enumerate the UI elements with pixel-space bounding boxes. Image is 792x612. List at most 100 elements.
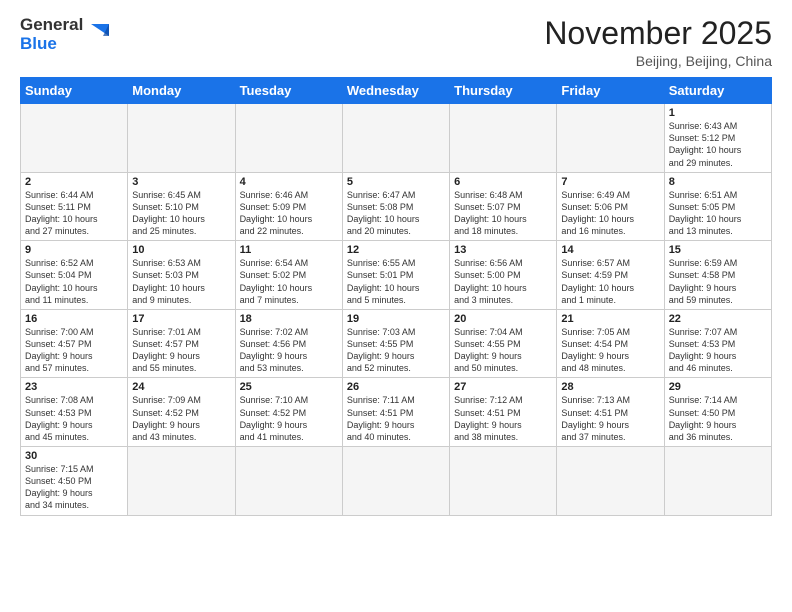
day-info: Sunrise: 6:43 AM Sunset: 5:12 PM Dayligh…: [669, 120, 767, 169]
calendar-cell-w6-d1: 30Sunrise: 7:15 AM Sunset: 4:50 PM Dayli…: [21, 447, 128, 516]
header-wednesday: Wednesday: [342, 78, 449, 104]
day-info: Sunrise: 7:07 AM Sunset: 4:53 PM Dayligh…: [669, 326, 767, 375]
day-info: Sunrise: 7:05 AM Sunset: 4:54 PM Dayligh…: [561, 326, 659, 375]
calendar-cell-w2-d7: 8Sunrise: 6:51 AM Sunset: 5:05 PM Daylig…: [664, 172, 771, 241]
day-info: Sunrise: 6:56 AM Sunset: 5:00 PM Dayligh…: [454, 257, 552, 306]
day-info: Sunrise: 6:53 AM Sunset: 5:03 PM Dayligh…: [132, 257, 230, 306]
calendar-cell-w1-d2: [128, 104, 235, 173]
day-number: 1: [669, 107, 767, 119]
day-info: Sunrise: 7:10 AM Sunset: 4:52 PM Dayligh…: [240, 394, 338, 443]
day-number: 20: [454, 313, 552, 325]
calendar-cell-w2-d1: 2Sunrise: 6:44 AM Sunset: 5:11 PM Daylig…: [21, 172, 128, 241]
day-number: 4: [240, 176, 338, 188]
calendar-week-5: 23Sunrise: 7:08 AM Sunset: 4:53 PM Dayli…: [21, 378, 772, 447]
calendar-cell-w6-d6: [557, 447, 664, 516]
logo: GeneralBlue: [20, 16, 111, 53]
header-tuesday: Tuesday: [235, 78, 342, 104]
month-title: November 2025: [544, 16, 772, 51]
calendar-cell-w4-d4: 19Sunrise: 7:03 AM Sunset: 4:55 PM Dayli…: [342, 309, 449, 378]
logo-text: GeneralBlue: [20, 16, 83, 53]
day-info: Sunrise: 6:48 AM Sunset: 5:07 PM Dayligh…: [454, 189, 552, 238]
calendar-cell-w4-d2: 17Sunrise: 7:01 AM Sunset: 4:57 PM Dayli…: [128, 309, 235, 378]
calendar-cell-w1-d7: 1Sunrise: 6:43 AM Sunset: 5:12 PM Daylig…: [664, 104, 771, 173]
calendar-week-2: 2Sunrise: 6:44 AM Sunset: 5:11 PM Daylig…: [21, 172, 772, 241]
day-info: Sunrise: 6:54 AM Sunset: 5:02 PM Dayligh…: [240, 257, 338, 306]
calendar-cell-w5-d5: 27Sunrise: 7:12 AM Sunset: 4:51 PM Dayli…: [450, 378, 557, 447]
day-number: 24: [132, 381, 230, 393]
day-number: 11: [240, 244, 338, 256]
calendar-cell-w3-d7: 15Sunrise: 6:59 AM Sunset: 4:58 PM Dayli…: [664, 241, 771, 310]
title-block: November 2025 Beijing, Beijing, China: [544, 16, 772, 69]
calendar-cell-w6-d3: [235, 447, 342, 516]
day-number: 21: [561, 313, 659, 325]
calendar-cell-w6-d2: [128, 447, 235, 516]
calendar-cell-w6-d7: [664, 447, 771, 516]
calendar-cell-w4-d5: 20Sunrise: 7:04 AM Sunset: 4:55 PM Dayli…: [450, 309, 557, 378]
day-info: Sunrise: 6:57 AM Sunset: 4:59 PM Dayligh…: [561, 257, 659, 306]
day-number: 25: [240, 381, 338, 393]
calendar-cell-w1-d4: [342, 104, 449, 173]
day-info: Sunrise: 7:09 AM Sunset: 4:52 PM Dayligh…: [132, 394, 230, 443]
day-info: Sunrise: 6:46 AM Sunset: 5:09 PM Dayligh…: [240, 189, 338, 238]
calendar-cell-w1-d3: [235, 104, 342, 173]
day-number: 17: [132, 313, 230, 325]
calendar-cell-w5-d3: 25Sunrise: 7:10 AM Sunset: 4:52 PM Dayli…: [235, 378, 342, 447]
day-info: Sunrise: 7:01 AM Sunset: 4:57 PM Dayligh…: [132, 326, 230, 375]
day-info: Sunrise: 6:51 AM Sunset: 5:05 PM Dayligh…: [669, 189, 767, 238]
day-number: 9: [25, 244, 123, 256]
header-thursday: Thursday: [450, 78, 557, 104]
day-info: Sunrise: 7:03 AM Sunset: 4:55 PM Dayligh…: [347, 326, 445, 375]
calendar-cell-w3-d3: 11Sunrise: 6:54 AM Sunset: 5:02 PM Dayli…: [235, 241, 342, 310]
calendar-cell-w1-d5: [450, 104, 557, 173]
day-info: Sunrise: 6:59 AM Sunset: 4:58 PM Dayligh…: [669, 257, 767, 306]
header: GeneralBlue November 2025 Beijing, Beiji…: [20, 16, 772, 69]
calendar-cell-w3-d1: 9Sunrise: 6:52 AM Sunset: 5:04 PM Daylig…: [21, 241, 128, 310]
calendar-cell-w6-d4: [342, 447, 449, 516]
day-number: 6: [454, 176, 552, 188]
day-number: 19: [347, 313, 445, 325]
header-sunday: Sunday: [21, 78, 128, 104]
day-info: Sunrise: 7:13 AM Sunset: 4:51 PM Dayligh…: [561, 394, 659, 443]
calendar-cell-w1-d6: [557, 104, 664, 173]
day-number: 5: [347, 176, 445, 188]
day-number: 30: [25, 450, 123, 462]
day-number: 23: [25, 381, 123, 393]
calendar-cell-w5-d6: 28Sunrise: 7:13 AM Sunset: 4:51 PM Dayli…: [557, 378, 664, 447]
day-number: 28: [561, 381, 659, 393]
header-saturday: Saturday: [664, 78, 771, 104]
day-info: Sunrise: 7:15 AM Sunset: 4:50 PM Dayligh…: [25, 463, 123, 512]
day-number: 16: [25, 313, 123, 325]
day-number: 10: [132, 244, 230, 256]
calendar-cell-w2-d6: 7Sunrise: 6:49 AM Sunset: 5:06 PM Daylig…: [557, 172, 664, 241]
day-info: Sunrise: 7:12 AM Sunset: 4:51 PM Dayligh…: [454, 394, 552, 443]
calendar-week-4: 16Sunrise: 7:00 AM Sunset: 4:57 PM Dayli…: [21, 309, 772, 378]
day-info: Sunrise: 6:44 AM Sunset: 5:11 PM Dayligh…: [25, 189, 123, 238]
day-number: 26: [347, 381, 445, 393]
calendar-cell-w2-d5: 6Sunrise: 6:48 AM Sunset: 5:07 PM Daylig…: [450, 172, 557, 241]
day-info: Sunrise: 6:55 AM Sunset: 5:01 PM Dayligh…: [347, 257, 445, 306]
day-number: 18: [240, 313, 338, 325]
calendar-week-6: 30Sunrise: 7:15 AM Sunset: 4:50 PM Dayli…: [21, 447, 772, 516]
calendar-cell-w1-d1: [21, 104, 128, 173]
day-info: Sunrise: 6:45 AM Sunset: 5:10 PM Dayligh…: [132, 189, 230, 238]
day-number: 3: [132, 176, 230, 188]
calendar-cell-w6-d5: [450, 447, 557, 516]
calendar-cell-w2-d4: 5Sunrise: 6:47 AM Sunset: 5:08 PM Daylig…: [342, 172, 449, 241]
day-number: 8: [669, 176, 767, 188]
day-info: Sunrise: 6:47 AM Sunset: 5:08 PM Dayligh…: [347, 189, 445, 238]
day-number: 27: [454, 381, 552, 393]
calendar-cell-w4-d6: 21Sunrise: 7:05 AM Sunset: 4:54 PM Dayli…: [557, 309, 664, 378]
calendar-cell-w2-d3: 4Sunrise: 6:46 AM Sunset: 5:09 PM Daylig…: [235, 172, 342, 241]
calendar-week-1: 1Sunrise: 6:43 AM Sunset: 5:12 PM Daylig…: [21, 104, 772, 173]
page: GeneralBlue November 2025 Beijing, Beiji…: [0, 0, 792, 612]
day-number: 13: [454, 244, 552, 256]
calendar-cell-w5-d1: 23Sunrise: 7:08 AM Sunset: 4:53 PM Dayli…: [21, 378, 128, 447]
day-info: Sunrise: 7:02 AM Sunset: 4:56 PM Dayligh…: [240, 326, 338, 375]
day-info: Sunrise: 7:08 AM Sunset: 4:53 PM Dayligh…: [25, 394, 123, 443]
header-friday: Friday: [557, 78, 664, 104]
day-number: 29: [669, 381, 767, 393]
day-info: Sunrise: 7:04 AM Sunset: 4:55 PM Dayligh…: [454, 326, 552, 375]
weekday-header-row: Sunday Monday Tuesday Wednesday Thursday…: [21, 78, 772, 104]
header-monday: Monday: [128, 78, 235, 104]
calendar-week-3: 9Sunrise: 6:52 AM Sunset: 5:04 PM Daylig…: [21, 241, 772, 310]
